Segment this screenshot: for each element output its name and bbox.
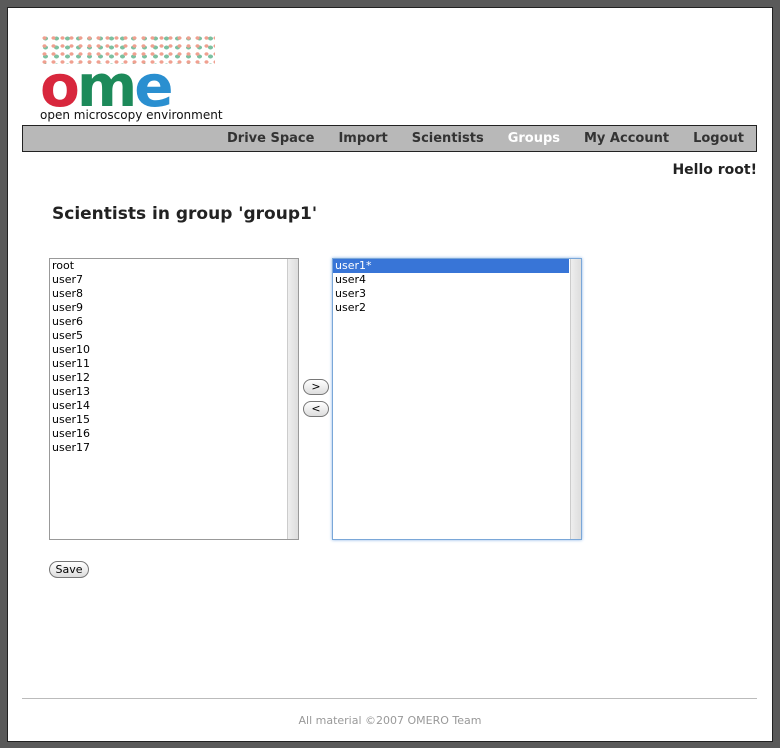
list-item[interactable]: root	[50, 259, 286, 273]
footer: All material ©2007 OMERO Team	[298, 714, 482, 727]
nav-scientists[interactable]: Scientists	[412, 131, 484, 146]
list-item[interactable]: user2	[333, 301, 569, 315]
nav-my-account[interactable]: My Account	[584, 131, 669, 146]
available-users-list[interactable]: root user7 user8 user9 user6 user5 user10 user1…	[49, 258, 299, 540]
list-item[interactable]: user3	[333, 287, 569, 301]
list-item[interactable]: user5	[50, 329, 286, 343]
greeting: Hello root!	[672, 162, 757, 178]
list-item[interactable]: user11	[50, 357, 286, 371]
nav-import[interactable]: Import	[338, 131, 387, 146]
footer-divider	[22, 698, 757, 699]
page-title: Scientists in group 'group1'	[52, 204, 318, 224]
add-to-group-button[interactable]: >	[303, 379, 329, 395]
list-item[interactable]: user16	[50, 427, 286, 441]
list-item[interactable]: user13	[50, 385, 286, 399]
nav-groups[interactable]: Groups	[508, 131, 560, 146]
list-item[interactable]: user6	[50, 315, 286, 329]
list-item[interactable]: user10	[50, 343, 286, 357]
nav-bar: Drive Space Import Scientists Groups My …	[22, 125, 757, 152]
list-item[interactable]: user1*	[333, 259, 569, 273]
logo-word: ome	[40, 56, 174, 116]
list-item[interactable]: user4	[333, 273, 569, 287]
list-item[interactable]: user12	[50, 371, 286, 385]
remove-from-group-button[interactable]: <	[303, 401, 329, 417]
list-item[interactable]: user14	[50, 399, 286, 413]
list-item[interactable]: user9	[50, 301, 286, 315]
nav-drive-space[interactable]: Drive Space	[227, 131, 314, 146]
group-members-list[interactable]: user1* user4 user3 user2	[332, 258, 582, 540]
list-item[interactable]: user17	[50, 441, 286, 455]
save-button[interactable]: Save	[49, 561, 89, 578]
list-item[interactable]: user8	[50, 287, 286, 301]
scrollbar[interactable]	[287, 259, 298, 539]
list-item[interactable]: user7	[50, 273, 286, 287]
ome-logo: ome open microscopy environment	[34, 30, 223, 126]
nav-logout[interactable]: Logout	[693, 131, 744, 146]
list-item[interactable]: user15	[50, 413, 286, 427]
scrollbar[interactable]	[570, 259, 581, 539]
page: ome open microscopy environment Drive Sp…	[7, 7, 773, 742]
logo-subtitle: open microscopy environment	[40, 108, 223, 122]
